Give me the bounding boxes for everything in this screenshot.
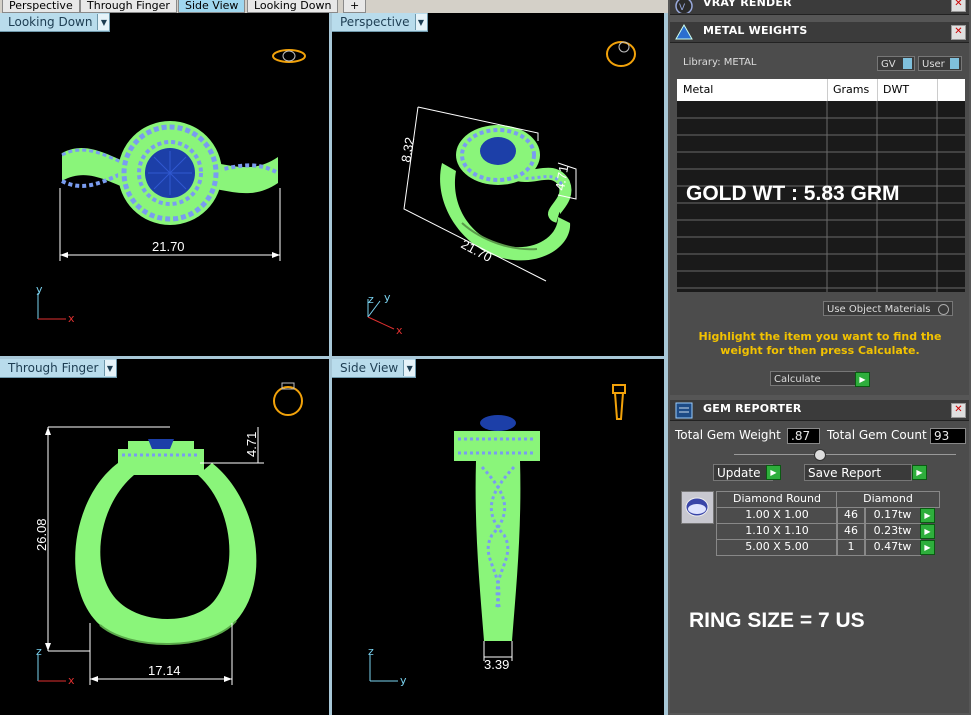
ring-top-view: 21.70 y x: [36, 49, 306, 325]
slider-handle[interactable]: [814, 449, 826, 461]
ring-perspective-view: 8.32 4.71 21.70 z y x: [367, 41, 636, 337]
gem-report-icon: [675, 402, 693, 419]
total-gem-weight-field[interactable]: .87: [787, 428, 820, 444]
total-gem-count-field[interactable]: 93: [930, 428, 966, 444]
viewport-looking-down[interactable]: 21.70 y x Looking Down ▼: [0, 13, 329, 356]
svg-text:z: z: [36, 645, 42, 658]
gold-weight-overlay: GOLD WT : 5.83 GRM: [686, 182, 900, 205]
viewport-label-looking-down[interactable]: Looking Down ▼: [0, 13, 111, 32]
play-icon[interactable]: ▶: [855, 372, 870, 387]
cone-icon: [675, 23, 693, 40]
user-toggle[interactable]: User: [918, 56, 962, 71]
play-icon[interactable]: ▶: [766, 465, 781, 480]
viewport-label-through-finger[interactable]: Through Finger ▼: [0, 359, 117, 378]
play-icon[interactable]: ▶: [920, 540, 935, 555]
ring-size-overlay: RING SIZE = 7 US: [689, 609, 865, 632]
viewport-label-side-view[interactable]: Side View ▼: [332, 359, 417, 378]
metal-weights-body: Library: METAL GV User Metal Grams DWT G…: [670, 43, 969, 395]
total-gem-count-label: Total Gem Count: [827, 428, 927, 442]
chevron-down-icon[interactable]: ▼: [403, 360, 416, 376]
ring-side-view: 3.39 z y: [368, 384, 626, 687]
svg-text:x: x: [68, 674, 75, 687]
diamond-thumbnail: [681, 491, 714, 524]
use-object-materials-toggle[interactable]: Use Object Materials: [823, 301, 953, 316]
tab-side-view[interactable]: Side View: [178, 0, 246, 13]
metal-table: Metal Grams DWT GOLD WT : 5.83 GRM: [677, 79, 965, 292]
add-tab-button[interactable]: +: [343, 0, 367, 13]
library-label: Library: METAL: [683, 57, 757, 68]
svg-text:z: z: [368, 293, 374, 306]
chevron-down-icon[interactable]: ▼: [97, 14, 110, 30]
dimension-width: 21.70: [152, 239, 185, 254]
right-panel: V VRAY RENDER ✕ METAL WEIGHTS ✕ Library:…: [668, 0, 971, 715]
viewport-through-finger[interactable]: 26.08 4.71 17.14 z x Through Finger ▼: [0, 359, 329, 715]
close-icon[interactable]: ✕: [951, 403, 966, 418]
play-icon[interactable]: ▶: [912, 465, 927, 480]
svg-text:y: y: [400, 674, 407, 687]
close-icon[interactable]: ✕: [951, 0, 966, 12]
viewport-area: 21.70 y x Looking Down ▼ 8.32 4.71 21.70…: [0, 13, 668, 715]
close-icon[interactable]: ✕: [951, 25, 966, 40]
gv-toggle[interactable]: GV: [877, 56, 915, 71]
total-gem-weight-label: Total Gem Weight: [675, 428, 781, 442]
metal-weights-header[interactable]: METAL WEIGHTS ✕: [670, 22, 969, 43]
tab-through-finger[interactable]: Through Finger: [80, 0, 177, 13]
chevron-down-icon[interactable]: ▼: [414, 14, 427, 30]
metal-hint-text: Highlight the item you want to find the …: [698, 330, 942, 357]
axis-x-label: x: [68, 312, 75, 325]
viewport-tab-strip: Perspective Through Finger Side View Loo…: [0, 0, 668, 14]
viewport-label-perspective[interactable]: Perspective ▼: [332, 13, 428, 32]
tab-perspective[interactable]: Perspective: [2, 0, 80, 13]
calculate-button[interactable]: Calculate: [770, 371, 856, 386]
dimension-perspective-a: 8.32: [398, 136, 417, 164]
vray-render-header[interactable]: V VRAY RENDER ✕: [670, 0, 969, 15]
vray-icon: V: [675, 0, 693, 13]
dimension-top: 4.71: [244, 432, 259, 457]
tab-looking-down[interactable]: Looking Down: [247, 0, 339, 13]
svg-text:x: x: [396, 324, 403, 337]
save-report-button[interactable]: Save Report: [804, 464, 912, 481]
dimension-height: 26.08: [34, 518, 49, 551]
dimension-width: 17.14: [148, 663, 181, 678]
play-icon[interactable]: ▶: [920, 508, 935, 523]
col-diamond: Diamond: [836, 491, 940, 508]
svg-text:z: z: [368, 645, 374, 658]
viewport-perspective[interactable]: 8.32 4.71 21.70 z y x Perspective ▼: [332, 13, 664, 356]
gem-reporter-header[interactable]: GEM REPORTER ✕: [670, 400, 969, 421]
viewport-side-view[interactable]: 3.39 z y Side View ▼: [332, 359, 664, 715]
slider-track: [734, 454, 956, 455]
ring-front-view: 26.08 4.71 17.14 z x: [34, 382, 303, 687]
chevron-down-icon[interactable]: ▼: [103, 360, 116, 376]
svg-text:y: y: [384, 291, 391, 304]
col-diamond-round: Diamond Round: [716, 491, 838, 508]
gem-reporter-body: Total Gem Weight .87 Total Gem Count 93 …: [670, 421, 969, 713]
dimension-thickness: 3.39: [484, 657, 509, 672]
play-icon[interactable]: ▶: [920, 524, 935, 539]
svg-text:V: V: [679, 3, 686, 13]
update-button[interactable]: Update: [713, 464, 773, 481]
axis-y-label: y: [36, 283, 43, 296]
